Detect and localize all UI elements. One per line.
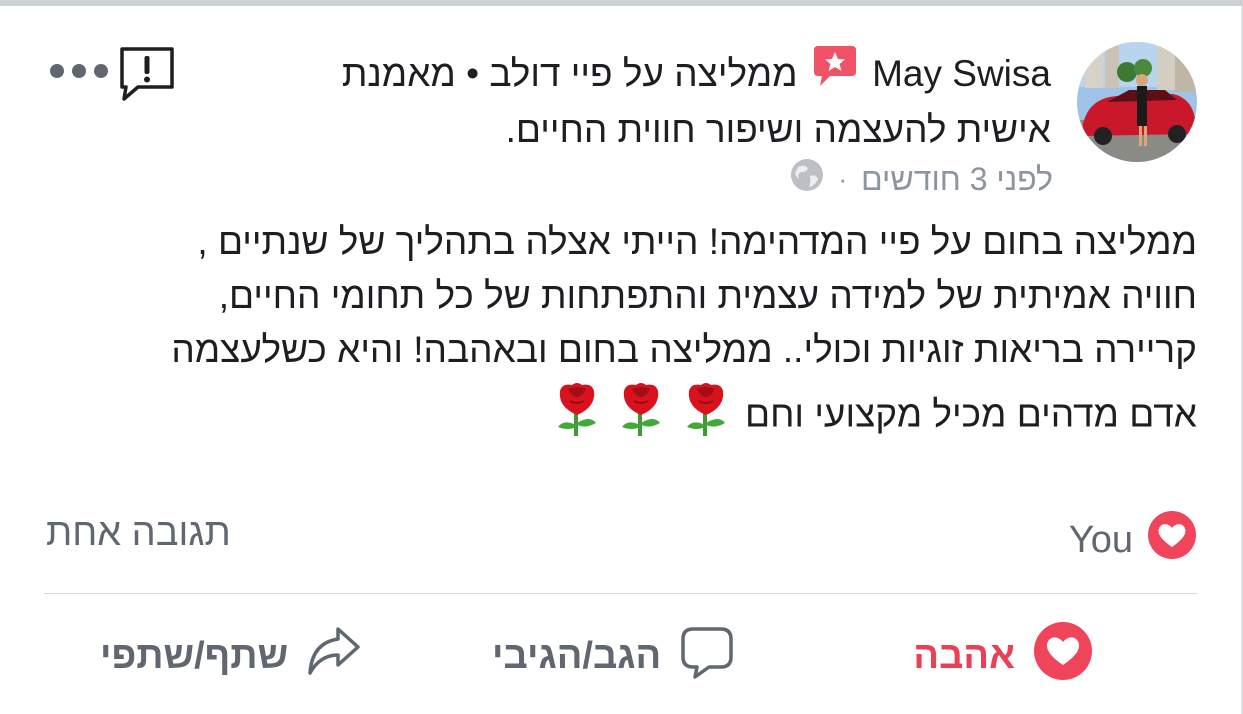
post-body-line: חוויה אמיתית של למידה עצמית והתפתחות של … — [218, 275, 1197, 316]
love-reaction-icon — [1147, 510, 1197, 570]
avatar[interactable] — [1077, 42, 1197, 162]
post-body: ממליצה בחום על פיי המדהימה! הייתי אצלה ב… — [87, 215, 1197, 452]
post-time[interactable]: לפני 3 חודשים — [861, 161, 1053, 198]
rose-icon — [552, 381, 602, 452]
report-icon[interactable] — [118, 45, 176, 108]
more-icon[interactable] — [50, 64, 108, 78]
more-dot — [72, 64, 86, 78]
comment-button[interactable]: הגב/הגיבי — [492, 604, 735, 708]
love-button[interactable]: אהבה — [913, 604, 1093, 708]
share-button[interactable]: שתף/שתפי — [100, 604, 362, 708]
share-button-label: שתף/שתפי — [100, 634, 289, 677]
action-bar: אהבה הגב/הגיבי שתף/שתפי — [44, 604, 1197, 708]
reactions-summary-text: You — [1068, 518, 1133, 561]
more-dot — [50, 64, 64, 78]
post-body-line: ממליצה בחום על פיי המדהימה! הייתי אצלה ב… — [197, 221, 1197, 262]
comment-button-label: הגב/הגיבי — [492, 634, 662, 677]
share-icon — [306, 623, 362, 689]
reactions-summary[interactable]: You — [1069, 510, 1197, 570]
author-name[interactable]: May Swisa — [872, 53, 1051, 94]
comment-icon — [679, 623, 735, 689]
divider — [44, 593, 1197, 594]
globe-icon — [790, 158, 824, 200]
post-body-line-last: אדם מדהים מכיל מקצועי וחם — [87, 381, 1197, 452]
more-dot — [94, 64, 108, 78]
love-icon — [1033, 621, 1093, 691]
rose-icon — [681, 381, 731, 452]
recommend-badge-icon — [812, 44, 858, 103]
post-body-line: אדם מדהים מכיל מקצועי וחם — [744, 393, 1197, 435]
post-body-line: קריירה בריאות זוגיות וכולי.. ממליצה בחום… — [171, 329, 1197, 370]
comments-count[interactable]: תגובה אחת — [46, 512, 231, 555]
top-border — [0, 0, 1243, 6]
meta-separator: · — [838, 163, 847, 194]
love-button-label: אהבה — [913, 634, 1015, 677]
post-meta: לפני 3 חודשים · — [790, 158, 1053, 200]
post-header: May Swisa ממליצה על פיי דולב • מאמנת איש… — [291, 44, 1051, 157]
rose-icon — [616, 381, 666, 452]
